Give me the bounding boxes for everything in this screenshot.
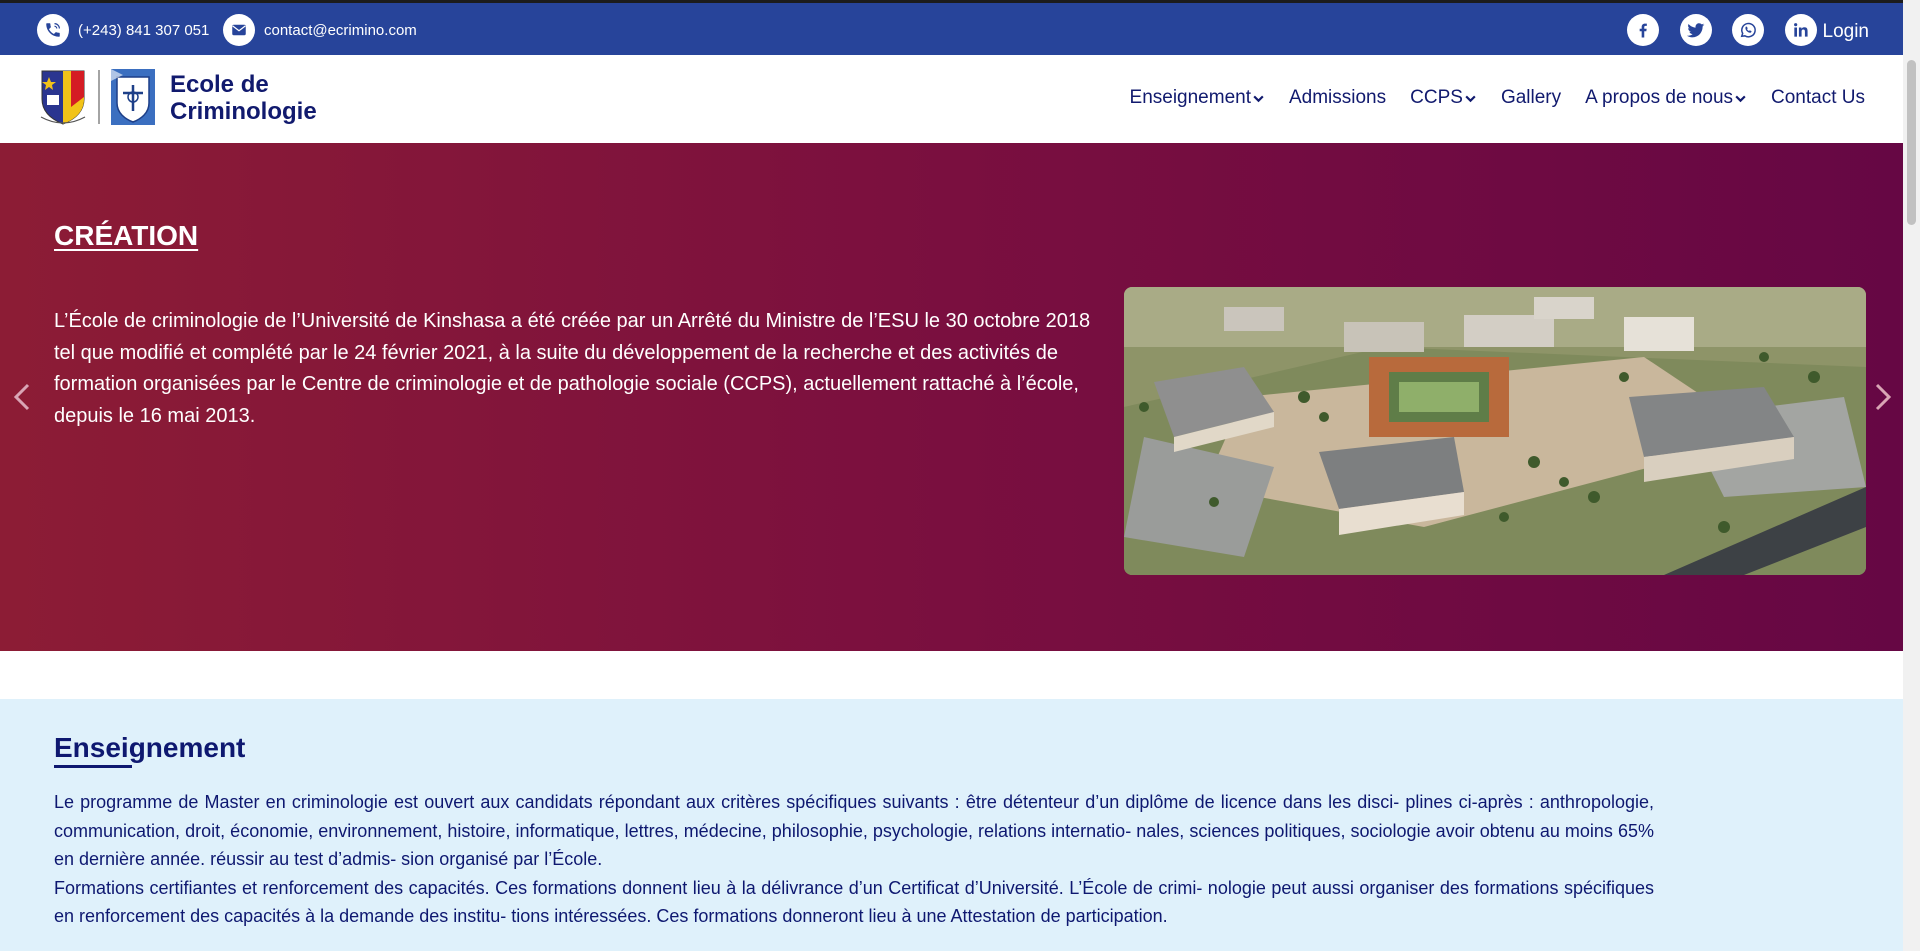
nav-ccps[interactable]: CCPS <box>1410 87 1477 109</box>
hero-slider: CRÉATION L’École de criminologie de l’Un… <box>0 143 1903 651</box>
email-contact[interactable]: contact@ecrimino.com <box>223 14 417 46</box>
nav-admissions[interactable]: Admissions <box>1289 87 1386 109</box>
nav-gallery[interactable]: Gallery <box>1501 87 1561 109</box>
phone-icon <box>37 14 69 46</box>
campus-aerial-image <box>1124 287 1866 575</box>
nav-ccps-label: CCPS <box>1410 87 1463 108</box>
slider-prev-arrow-icon[interactable] <box>8 377 36 417</box>
main-nav: Enseignement Admissions CCPS Gallery A p… <box>1106 87 1865 109</box>
top-bar: (+243) 841 307 051 contact@ecrimino.com … <box>0 0 1903 55</box>
chevron-down-icon <box>1465 95 1476 102</box>
phone-number: (+243) 841 307 051 <box>78 21 210 39</box>
nav-enseignement[interactable]: Enseignement <box>1130 87 1265 109</box>
login-link[interactable]: Login <box>1823 21 1870 43</box>
paragraph-master: Le programme de Master en criminologie e… <box>54 792 1654 869</box>
school-name[interactable]: Ecole de Criminologie <box>170 71 317 125</box>
nav-contact-us[interactable]: Contact Us <box>1771 87 1865 109</box>
chevron-down-icon <box>1735 95 1746 102</box>
school-name-line2: Criminologie <box>170 98 317 125</box>
facebook-icon[interactable] <box>1627 14 1659 46</box>
enseignement-section: Enseignement Le programme de Master en c… <box>0 699 1903 951</box>
hero-text: L’École de criminologie de l’Université … <box>54 310 1091 427</box>
linkedin-icon[interactable] <box>1785 14 1817 46</box>
nav-a-propos-label: A propos de nous <box>1585 87 1734 108</box>
slider-next-arrow-icon[interactable] <box>1869 377 1897 417</box>
phone-contact[interactable]: (+243) 841 307 051 <box>37 14 209 46</box>
nav-admissions-label: Admissions <box>1288 87 1387 108</box>
chevron-down-icon <box>1253 95 1264 102</box>
page-scrollbar[interactable] <box>1903 0 1920 951</box>
page: (+243) 841 307 051 contact@ecrimino.com … <box>0 0 1903 951</box>
nav-gallery-label: Gallery <box>1500 87 1562 108</box>
section-title: Enseignement <box>54 732 246 763</box>
logo[interactable] <box>37 67 167 127</box>
nav-enseignement-label: Enseignement <box>1129 87 1251 108</box>
hero-title: CRÉATION <box>54 220 199 251</box>
crest-logo-icon <box>40 69 155 125</box>
nav-contact-us-label: Contact Us <box>1771 87 1865 108</box>
paragraph-formations: Formations certifiantes et renforcement … <box>54 877 1654 927</box>
section-text: Le programme de Master en criminologie e… <box>54 788 1654 931</box>
email-address: contact@ecrimino.com <box>264 21 417 39</box>
envelope-icon <box>223 14 255 46</box>
school-name-line1: Ecole de <box>170 71 269 98</box>
whatsapp-icon[interactable] <box>1732 14 1764 46</box>
title-underline <box>54 765 132 768</box>
twitter-icon[interactable] <box>1680 14 1712 46</box>
nav-a-propos[interactable]: A propos de nous <box>1585 87 1747 109</box>
site-header: Ecole de Criminologie Enseignement Admis… <box>0 55 1903 143</box>
scrollbar-thumb[interactable] <box>1907 60 1916 225</box>
